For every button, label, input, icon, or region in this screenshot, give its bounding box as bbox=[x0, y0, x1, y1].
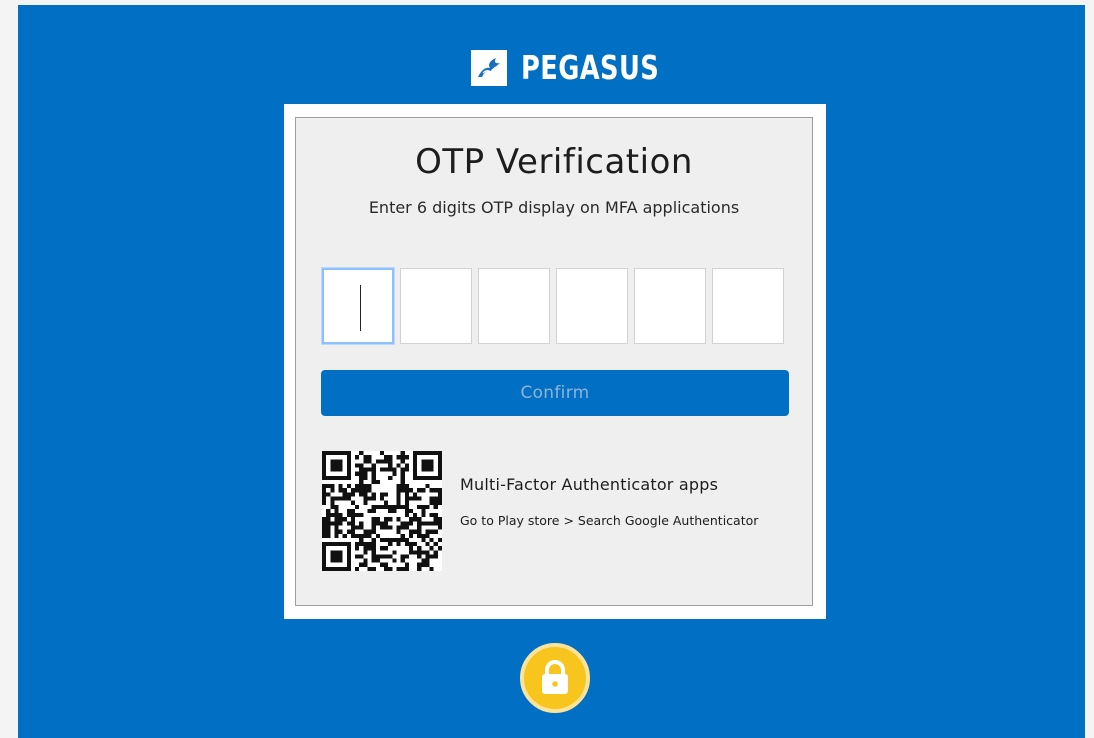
otp-digit-1-input[interactable] bbox=[322, 268, 394, 344]
otp-digit-4-input[interactable] bbox=[556, 268, 628, 344]
confirm-button[interactable]: Confirm bbox=[321, 370, 789, 416]
page-subtitle: Enter 6 digits OTP display on MFA applic… bbox=[368, 198, 740, 217]
brand-header: PEGASUS bbox=[471, 48, 698, 88]
page-title: OTP Verification bbox=[415, 142, 693, 182]
otp-card: OTP Verification Enter 6 digits OTP disp… bbox=[284, 104, 826, 619]
text-caret bbox=[360, 285, 361, 331]
otp-digit-6-input[interactable] bbox=[712, 268, 784, 344]
pegasus-logo-icon bbox=[471, 50, 507, 86]
lock-icon bbox=[520, 643, 590, 713]
otp-digit-2-input[interactable] bbox=[400, 268, 472, 344]
brand-name: PEGASUS bbox=[521, 48, 660, 87]
otp-card-body: OTP Verification Enter 6 digits OTP disp… bbox=[295, 117, 813, 606]
qr-code-icon bbox=[322, 451, 442, 571]
otp-digit-5-input[interactable] bbox=[634, 268, 706, 344]
otp-input-row bbox=[322, 268, 784, 344]
mfa-apps-title: Multi-Factor Authenticator apps bbox=[460, 475, 719, 494]
mfa-apps-hint: Go to Play store > Search Google Authent… bbox=[460, 513, 759, 528]
otp-digit-3-input[interactable] bbox=[478, 268, 550, 344]
